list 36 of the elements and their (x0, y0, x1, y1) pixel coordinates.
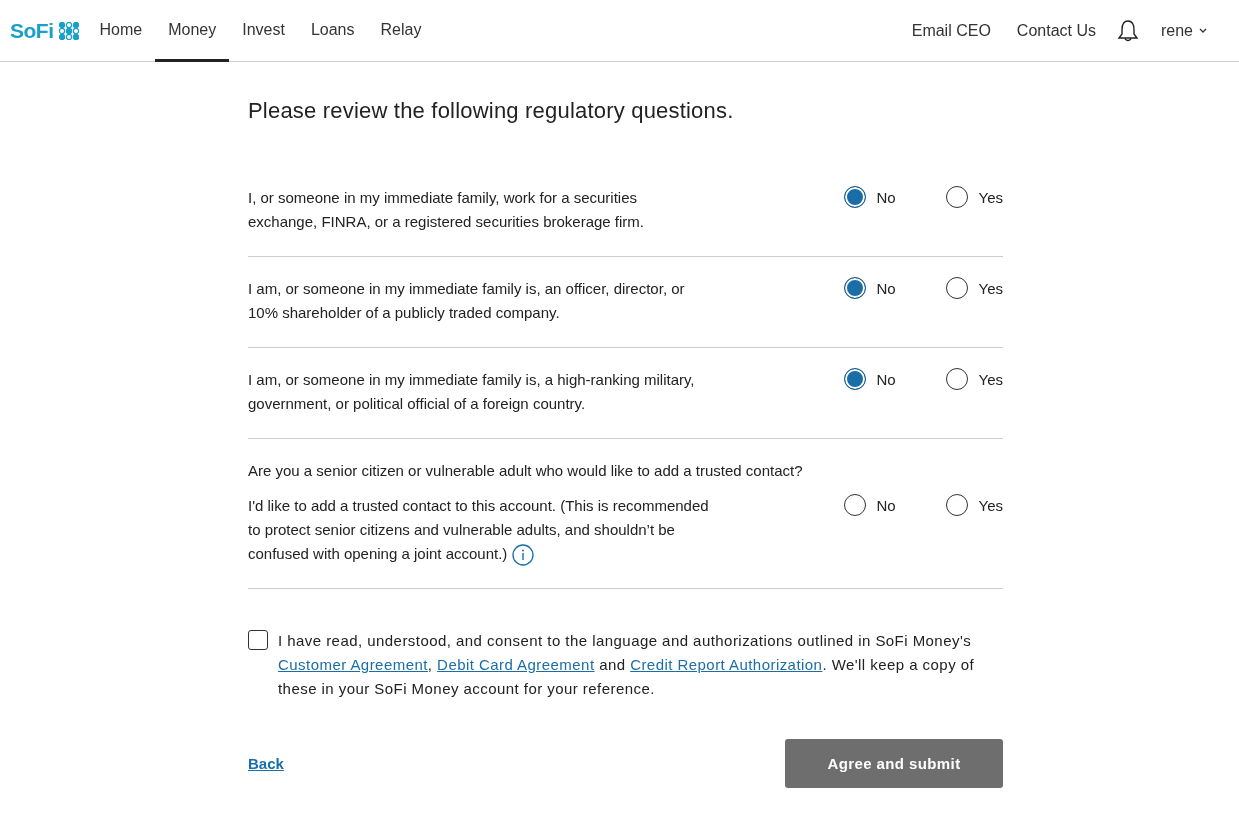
consent-text: I have read, understood, and consent to the language and authorizations outlined in SoFi Money's Customer Agreement, Debit Card Agreement and Credit Report Authorization. We'll keep a copy of these in your SoFi Money account for your reference. (278, 631, 976, 700)
question-text: I'd like to add a trusted contact to this account. (This is recommended to protect senior citizens and vulnerable adults, and shouldn’t be confused with opening a joint account.) (248, 494, 710, 567)
back-link[interactable]: Back (248, 755, 284, 773)
radio-label[interactable]: Yes (978, 279, 1003, 297)
info-icon[interactable] (512, 544, 535, 567)
nav-tab[interactable]: Loans (297, 0, 368, 62)
agreement-link[interactable]: Debit Card Agreement (437, 656, 595, 674)
radio-label[interactable]: Yes (978, 188, 1003, 206)
dot-grid-icon (58, 21, 79, 40)
agreement-link[interactable]: Credit Report Authorization (630, 656, 823, 674)
radio-label[interactable]: No (876, 496, 896, 514)
submit-button[interactable]: Agree and submit (785, 739, 1003, 789)
nav-link[interactable]: Contact Us (1003, 0, 1109, 61)
consent-checkbox[interactable] (248, 630, 268, 651)
radio-label[interactable]: No (876, 279, 896, 297)
question-text: I am, or someone in my immediate family is, an officer, director, or 10% shareholder of a publicly traded company. (248, 279, 686, 323)
radio-button[interactable] (843, 368, 866, 390)
question-heading: Are you a senior citizen or vulnerable adult who would like to add a trusted contact? (248, 461, 804, 481)
nav-tab[interactable]: Invest (229, 0, 298, 62)
radio-button[interactable] (843, 277, 866, 299)
user-menu[interactable]: rene (1152, 0, 1207, 61)
chevron-down-icon (1199, 28, 1207, 33)
agreement-link[interactable]: Customer Agreement (278, 656, 428, 674)
radio-label[interactable]: Yes (978, 370, 1003, 388)
radio-label[interactable]: No (876, 188, 896, 206)
radio-label[interactable]: No (876, 370, 896, 388)
question-text: I, or someone in my immediate family, work for a securities exchange, FINRA, or a registered securities brokerage firm. (248, 188, 645, 232)
nav-tab[interactable]: Home (86, 0, 156, 62)
radio-button[interactable] (843, 186, 866, 208)
radio-label[interactable]: Yes (978, 496, 1003, 514)
nav-tab[interactable]: Money (155, 0, 230, 62)
nav-tab[interactable]: Relay (367, 0, 435, 62)
bell-icon[interactable] (1116, 18, 1139, 43)
page-title: Please review the following regulatory questions. (248, 98, 735, 124)
question-text: I am, or someone in my immediate family is, a high-ranking military, government, or political official of a foreign country. (248, 370, 696, 414)
nav-link[interactable]: Email CEO (898, 0, 1004, 61)
